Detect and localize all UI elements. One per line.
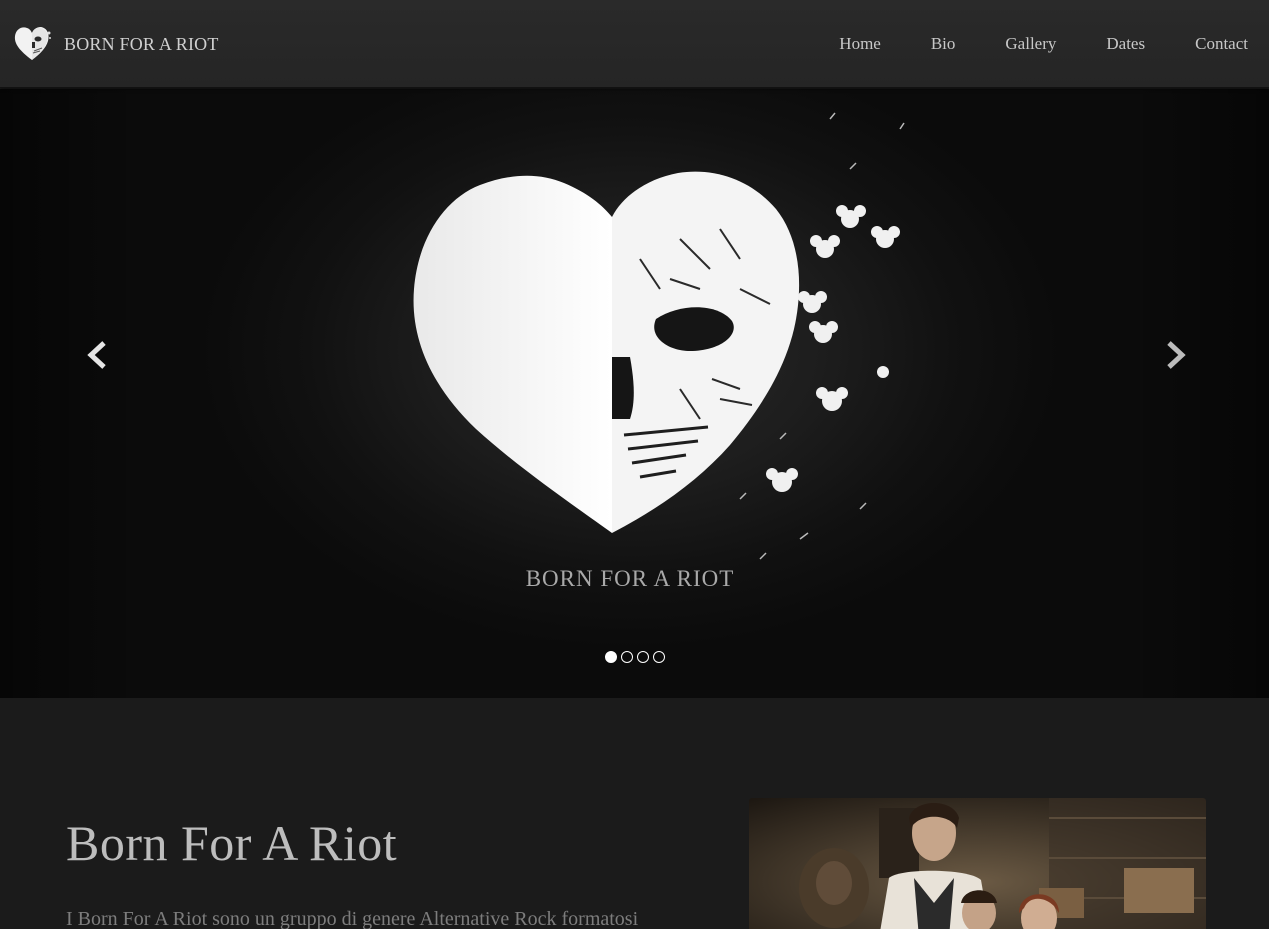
carousel-prev-button[interactable] bbox=[78, 335, 118, 375]
nav-item-gallery[interactable]: Gallery bbox=[976, 0, 1077, 88]
main-nav: Home Bio Gallery Dates Contact bbox=[839, 0, 1269, 88]
intro-section: Born For A Riot I Born For A Riot sono u… bbox=[0, 698, 1269, 929]
brand-link[interactable]: BORN FOR A RIOT bbox=[12, 24, 219, 64]
carousel-indicator-3[interactable] bbox=[637, 651, 649, 663]
heart-skull-logo-icon bbox=[14, 27, 51, 60]
section-heading: Born For A Riot bbox=[66, 815, 398, 871]
band-photo-image bbox=[749, 798, 1206, 929]
carousel-indicator-1[interactable] bbox=[605, 651, 617, 663]
nav-item-dates[interactable]: Dates bbox=[1077, 0, 1166, 88]
slide-caption: BORN FOR A RIOT bbox=[525, 566, 735, 591]
nav-item-contact[interactable]: Contact bbox=[1166, 0, 1269, 88]
carousel-indicators bbox=[605, 651, 665, 663]
nav-item-bio[interactable]: Bio bbox=[902, 0, 977, 88]
carousel-next-button[interactable] bbox=[1155, 335, 1195, 375]
navbar: BORN FOR A RIOT Home Bio Gallery Dates C… bbox=[0, 0, 1269, 88]
brand-name: BORN FOR A RIOT bbox=[64, 33, 219, 54]
intro-paragraph: I Born For A Riot sono un gruppo di gene… bbox=[66, 908, 639, 929]
carousel-indicator-4[interactable] bbox=[653, 651, 665, 663]
carousel-indicator-2[interactable] bbox=[621, 651, 633, 663]
heart-skull-artwork-icon bbox=[413, 112, 905, 560]
chevron-left-icon bbox=[87, 341, 106, 369]
nav-item-home[interactable]: Home bbox=[839, 0, 902, 88]
chevron-right-icon bbox=[1167, 341, 1186, 369]
hero-carousel: BORN FOR A RIOT bbox=[0, 89, 1269, 698]
